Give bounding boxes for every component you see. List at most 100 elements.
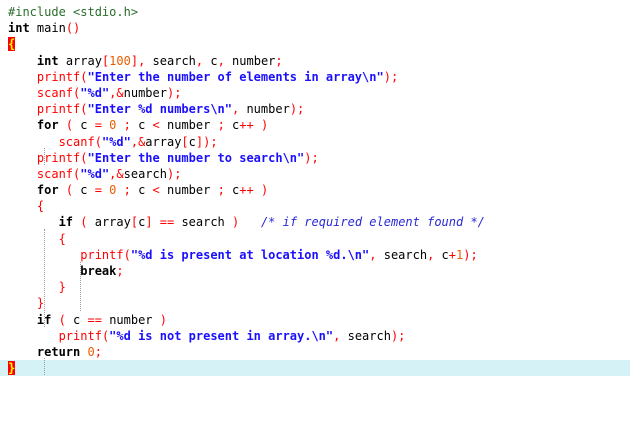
code-token: main xyxy=(36,21,66,36)
code-token: } xyxy=(36,296,45,311)
code-token: ; xyxy=(210,183,233,198)
code-token: c xyxy=(188,134,196,149)
code-token: [ xyxy=(130,215,139,230)
code-token: return xyxy=(36,344,88,359)
code-token: = xyxy=(94,118,110,133)
code-line[interactable]: { xyxy=(8,198,485,214)
code-token: ( xyxy=(65,118,81,133)
code-token: ; xyxy=(94,344,102,359)
code-line[interactable]: } xyxy=(0,360,630,377)
code-line[interactable]: int main() xyxy=(8,20,485,36)
code-token: ); xyxy=(463,247,478,262)
code-line[interactable]: { xyxy=(8,36,485,52)
code-token: ]); xyxy=(195,134,218,149)
code-token: for xyxy=(36,118,66,133)
code-line[interactable]: printf("%d is not present in array.\n", … xyxy=(8,328,485,344)
code-token: () xyxy=(65,21,81,36)
code-text-area[interactable]: #include <stdio.h> int main(){ int array[… xyxy=(0,4,630,377)
code-token: + xyxy=(448,247,456,262)
code-token: , xyxy=(195,53,211,68)
code-line[interactable]: #include <stdio.h> xyxy=(8,4,485,20)
code-token: ], xyxy=(130,53,153,68)
code-token: c xyxy=(441,247,449,262)
code-token: array xyxy=(65,53,102,68)
code-line[interactable]: scanf("%d",&number); xyxy=(8,85,485,101)
code-line[interactable]: { xyxy=(8,231,485,247)
code-line[interactable]: printf("Enter the number to search\n"); xyxy=(8,150,485,166)
code-token: c xyxy=(80,118,95,133)
code-token: ; xyxy=(116,118,139,133)
code-token: ) xyxy=(152,312,167,327)
code-token: [ xyxy=(181,134,189,149)
code-token: search xyxy=(152,53,196,68)
code-token: printf xyxy=(36,69,81,84)
code-token: number xyxy=(246,102,290,117)
code-token: ,& xyxy=(109,85,124,100)
code-line[interactable]: scanf("%d",&array[c]); xyxy=(8,134,485,150)
code-token: ( xyxy=(123,247,131,262)
code-token: ; xyxy=(210,118,233,133)
code-token: < xyxy=(152,118,167,133)
code-token: , xyxy=(427,247,442,262)
code-token: ); xyxy=(390,328,406,343)
code-token: printf xyxy=(80,247,124,262)
code-line[interactable]: printf("Enter %d numbers\n", number); xyxy=(8,101,485,117)
code-token: ); xyxy=(289,102,305,117)
code-editor[interactable]: #include <stdio.h> int main(){ int array[… xyxy=(0,0,630,445)
code-line[interactable]: for ( c = 0 ; c < number ; c++ ) xyxy=(8,182,485,198)
code-token: for xyxy=(36,183,66,198)
code-token: /* if required element found */ xyxy=(260,215,485,230)
code-token: "%d is present at location %d.\n" xyxy=(130,247,370,262)
code-token: search xyxy=(181,215,225,230)
code-line[interactable]: int array[100], search, c, number; xyxy=(8,53,485,69)
code-token: ] == xyxy=(145,215,182,230)
code-token: number xyxy=(109,312,153,327)
code-token: , xyxy=(369,247,384,262)
code-token: scanf xyxy=(36,166,74,181)
code-token: { xyxy=(36,199,45,214)
code-token: < xyxy=(152,183,167,198)
code-token: break xyxy=(80,264,117,278)
code-token: ( xyxy=(80,215,95,230)
code-token: "%d" xyxy=(80,166,110,181)
code-line[interactable]: return 0; xyxy=(8,344,485,360)
code-token: "%d" xyxy=(80,85,110,100)
code-token: if xyxy=(58,215,81,230)
code-token: ( xyxy=(80,69,88,84)
code-line[interactable]: scanf("%d",&search); xyxy=(8,166,485,182)
code-line[interactable]: printf("Enter the number of elements in … xyxy=(8,69,485,85)
code-token: printf xyxy=(58,328,102,343)
code-token: ); xyxy=(383,69,399,84)
matched-brace: } xyxy=(8,361,16,376)
code-token: number xyxy=(167,118,211,133)
code-token: c xyxy=(80,183,95,198)
code-token: "Enter the number of elements in array\n… xyxy=(87,69,384,84)
code-line[interactable]: for ( c = 0 ; c < number ; c++ ) xyxy=(8,117,485,133)
code-line[interactable]: if ( c == number ) xyxy=(8,312,485,328)
code-line[interactable]: if ( array[c] == search ) /* if required… xyxy=(8,214,485,230)
code-token: printf xyxy=(36,150,81,165)
code-token: number xyxy=(232,53,276,68)
code-token: } xyxy=(58,280,66,295)
code-line[interactable]: break; xyxy=(8,263,485,279)
code-token: ); xyxy=(166,85,182,100)
code-line[interactable]: printf("%d is present at location %d.\n"… xyxy=(8,247,485,263)
code-token: ++ ) xyxy=(239,118,269,133)
code-token: ,& xyxy=(109,166,124,181)
code-token: ( xyxy=(94,134,102,149)
code-token: array xyxy=(94,215,131,230)
code-token: c xyxy=(210,53,218,68)
code-token: ( xyxy=(58,312,74,327)
code-token: ( xyxy=(80,102,88,117)
